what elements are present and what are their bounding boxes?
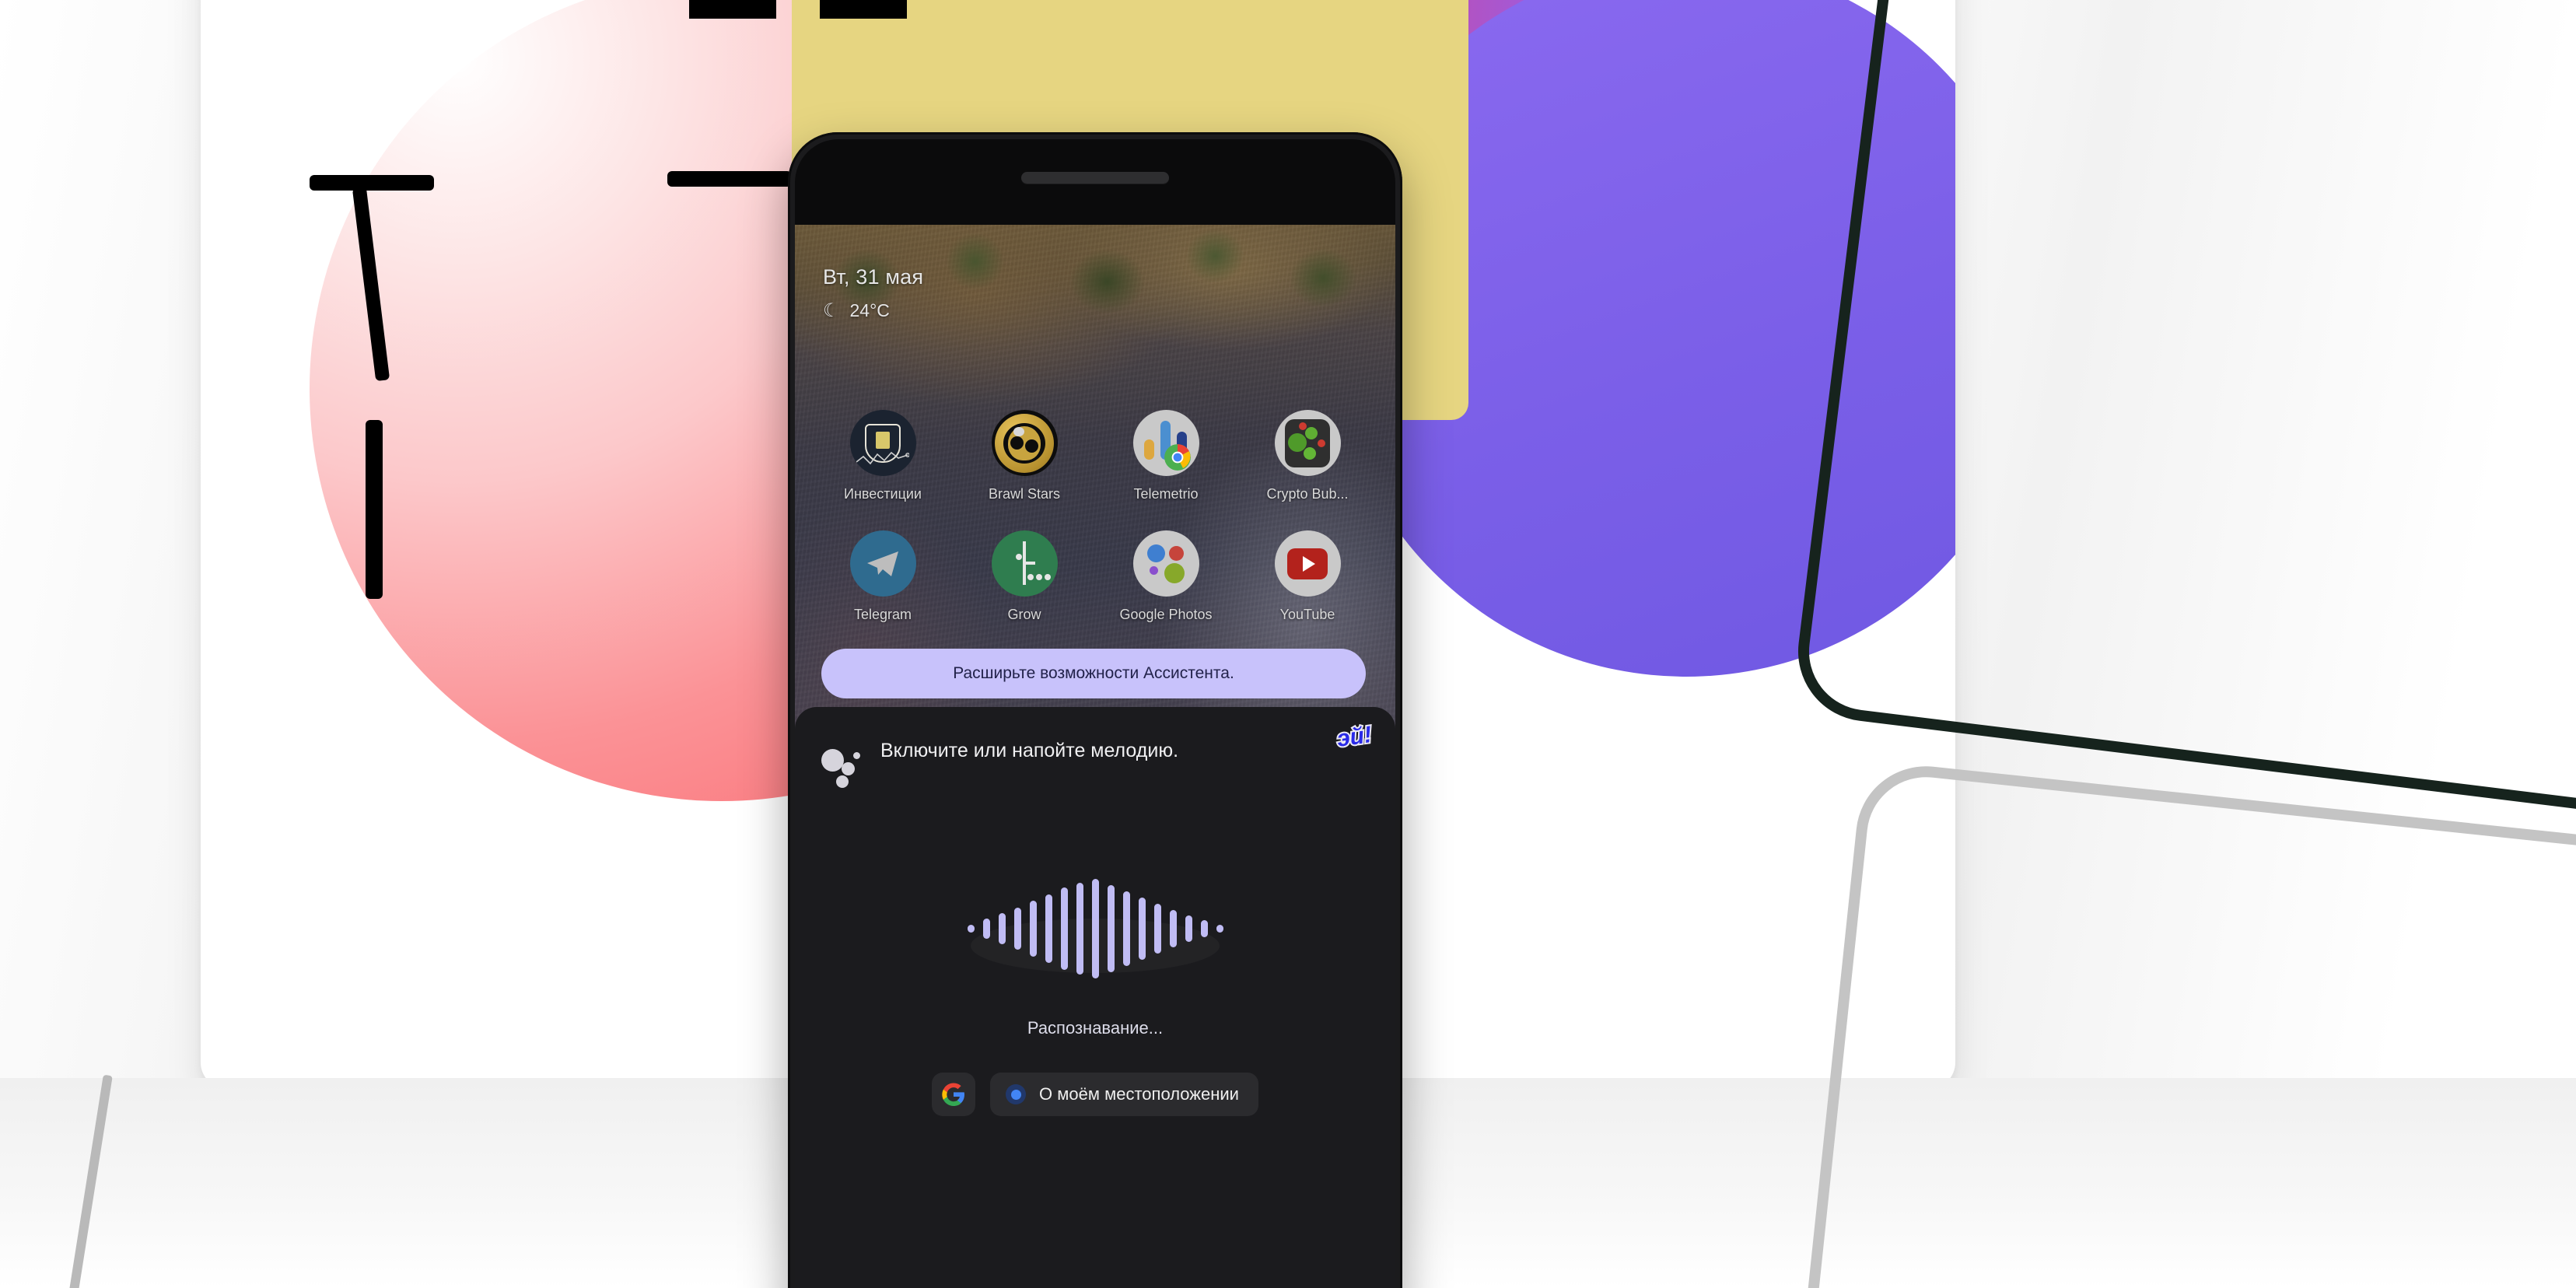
waveform-bar [1076, 883, 1083, 975]
crescent-moon-icon: ☾ [823, 299, 840, 321]
app-label: Telegram [853, 607, 912, 622]
phone-screen: Вт, 31 мая ☾ 24°C Инвестиции Brawl Stars… [795, 225, 1395, 1288]
app-row-2: Telegram Grow Google Photos YouTube [795, 530, 1395, 623]
telemetrio-icon [1132, 410, 1199, 476]
app-label: Crypto Bub... [1266, 486, 1349, 502]
waveform-bar [1169, 910, 1177, 947]
app-label: Google Photos [1119, 607, 1213, 622]
app-label: Grow [1007, 607, 1041, 622]
suggestion-chips: О моём местоположении [795, 1073, 1395, 1116]
app-label: Brawl Stars [988, 486, 1061, 502]
waveform-bar [982, 919, 990, 939]
scene: Вт, 31 мая ☾ 24°C Инвестиции Brawl Stars… [0, 0, 2576, 1288]
waveform-bars [795, 870, 1395, 987]
phone-bezel: Вт, 31 мая ☾ 24°C Инвестиции Brawl Stars… [795, 139, 1395, 1288]
waveform-bar [1107, 885, 1115, 972]
waveform-bar [998, 913, 1006, 944]
waveform-bar [1045, 894, 1052, 963]
waveform-bar [1013, 908, 1021, 950]
app-telegram[interactable]: Telegram [824, 530, 941, 623]
graffiti-text: эй! [1334, 720, 1375, 754]
brawl-stars-icon [991, 410, 1058, 476]
chrome-icon [1164, 443, 1191, 471]
paper-plane-icon [867, 551, 898, 576]
grey-outline-rect [1749, 759, 2576, 1288]
app-crypto-bubbles[interactable]: Crypto Bub... [1249, 410, 1366, 502]
crypto-bubbles-icon [1274, 410, 1341, 476]
app-grid: Инвестиции Brawl Stars Telemetrio Crypto… [795, 410, 1395, 651]
dark-outline-rect [1790, 0, 2576, 819]
app-investments[interactable]: Инвестиции [824, 410, 941, 502]
sparkline-icon [856, 451, 909, 465]
phone-device: Вт, 31 мая ☾ 24°C Инвестиции Brawl Stars… [788, 132, 1402, 1288]
waveform-bar [1153, 904, 1161, 954]
app-telemetrio[interactable]: Telemetrio [1108, 410, 1224, 502]
weather-date: Вт, 31 мая [823, 265, 924, 289]
waveform-bar [1091, 879, 1099, 978]
telegram-icon [849, 530, 916, 597]
waveform-bar [1060, 887, 1068, 970]
waveform-bar [1216, 925, 1223, 933]
google-assistant-icon [821, 741, 863, 788]
location-chip[interactable]: О моём местоположении [990, 1073, 1258, 1116]
waveform-bar [967, 925, 975, 933]
app-label: YouTube [1279, 607, 1335, 622]
app-row-1: Инвестиции Brawl Stars Telemetrio Crypto… [795, 410, 1395, 502]
waveform-bar [1200, 920, 1208, 937]
glyph-stroke-right [667, 171, 792, 187]
google-photos-icon [1132, 530, 1199, 597]
app-youtube[interactable]: YouTube [1249, 530, 1366, 623]
assistant-panel: Включите или напойте мелодию. эй! Распоз… [795, 707, 1395, 1288]
glyph-stroke-left [310, 175, 434, 191]
app-label: Telemetrio [1133, 486, 1199, 502]
waveform-bar [1138, 898, 1146, 960]
app-brawl-stars[interactable]: Brawl Stars [966, 410, 1083, 502]
google-g-icon [942, 1083, 965, 1106]
app-green[interactable]: Grow [966, 530, 1083, 623]
assistant-tooltip[interactable]: Расширьте возможности Ассистента. [821, 649, 1366, 698]
voice-waveform [795, 870, 1395, 987]
waveform-bar [1029, 901, 1037, 957]
assistant-header: Включите или напойте мелодию. эй! [795, 707, 1395, 788]
glyph-stroke-bottom [366, 420, 383, 599]
google-button[interactable] [932, 1073, 976, 1116]
waveform-bar [1122, 891, 1130, 966]
app-google-photos[interactable]: Google Photos [1108, 530, 1224, 623]
waveform-bar [1185, 915, 1192, 942]
assistant-tooltip-text: Расширьте возможности Ассистента. [953, 664, 1234, 682]
location-dot-icon [1006, 1084, 1027, 1104]
assistant-prompt: Включите или напойте мелодию. [880, 740, 1179, 761]
earpiece-speaker-icon [1021, 172, 1169, 184]
weather-widget[interactable]: Вт, 31 мая ☾ 24°C [823, 265, 923, 321]
weather-temperature: 24°C [849, 300, 890, 320]
tinkoff-investments-icon [849, 410, 916, 476]
location-chip-label: О моём местоположении [1039, 1084, 1239, 1104]
green-app-icon [991, 530, 1058, 597]
recognition-status: Распознавание... [1027, 1018, 1164, 1038]
youtube-icon [1274, 530, 1341, 597]
app-label: Инвестиции [844, 486, 922, 502]
